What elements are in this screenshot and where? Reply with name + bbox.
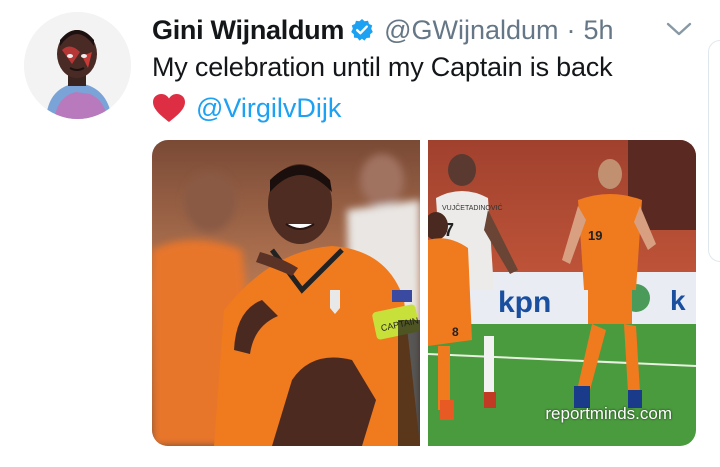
media-grid: CAPTAIN kpn k (152, 140, 696, 446)
user-handle[interactable]: @GWijnaldum (384, 15, 558, 46)
tweet-text-line2: @VirgilvDijk (152, 90, 341, 126)
verified-badge-icon (350, 18, 374, 42)
jersey-number-19: 19 (588, 228, 602, 243)
ad-board-text-2: k (670, 285, 686, 316)
display-name[interactable]: Gini Wijnaldum (152, 15, 344, 46)
tweet-text: My celebration until my Captain is back (152, 52, 613, 82)
tweet-header: Gini Wijnaldum @GWijnaldum · 5h (152, 12, 614, 48)
avatar-illustration (24, 12, 131, 119)
photo-match-action[interactable]: kpn k VUJČETADINOVIĆ 7 8 19 (428, 140, 696, 446)
jersey-name: VUJČETADINOVIĆ (442, 203, 503, 212)
red-heart-emoji (152, 93, 186, 123)
watermark: reportminds.com (545, 404, 672, 423)
ad-board-text: kpn (498, 286, 551, 319)
mention-link[interactable]: @VirgilvDijk (196, 93, 341, 124)
jersey-number-8: 8 (452, 325, 459, 339)
side-panel-edge (708, 40, 720, 262)
chevron-down-icon[interactable] (664, 18, 694, 40)
profile-avatar[interactable] (24, 12, 131, 119)
photo-celebration[interactable]: CAPTAIN (152, 140, 420, 446)
meta-separator: · (566, 14, 576, 45)
tweet-timestamp[interactable]: 5h (584, 15, 614, 46)
